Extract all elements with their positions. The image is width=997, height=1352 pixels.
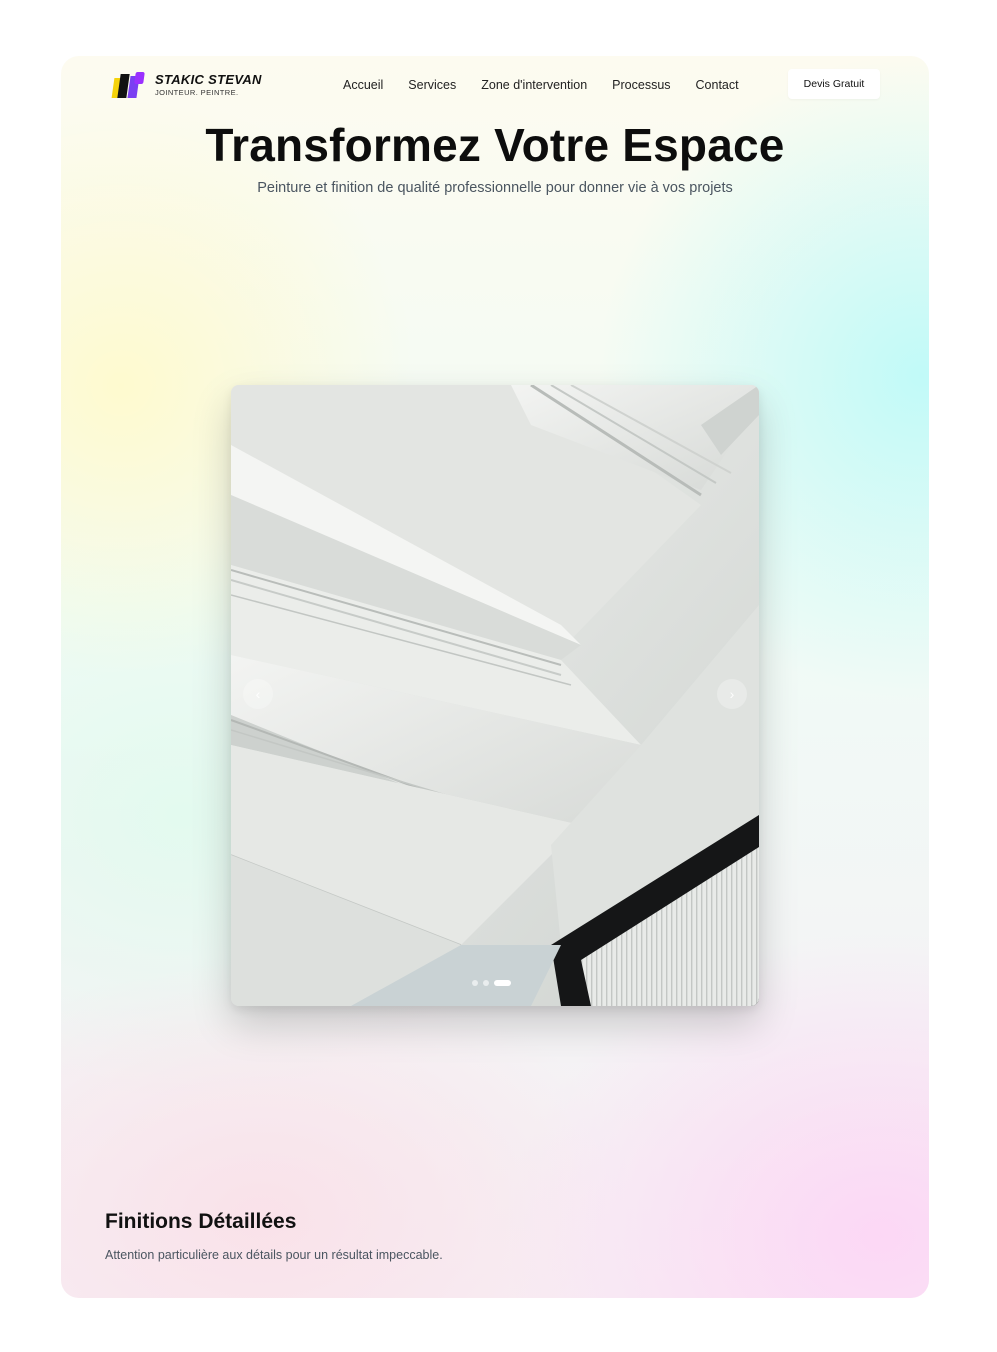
chevron-right-icon: › [729, 686, 735, 702]
carousel-next-button[interactable]: › [717, 679, 747, 709]
page-card: STAKIC STEVAN JOINTEUR. PEINTRE. Accueil… [61, 56, 929, 1298]
brand-logo[interactable]: STAKIC STEVAN JOINTEUR. PEINTRE. [111, 70, 262, 100]
feature-title: Finitions Détaillées [105, 1210, 297, 1233]
hero-subtitle: Peinture et finition de qualité professi… [257, 180, 733, 196]
nav-item-processus[interactable]: Processus [612, 78, 670, 92]
hero-title: Transformez Votre Espace [205, 119, 785, 171]
brand-name: STAKIC STEVAN [155, 72, 262, 88]
chevron-left-icon: ‹ [255, 686, 261, 702]
carousel-dot-3[interactable] [494, 980, 511, 986]
nav-item-services[interactable]: Services [408, 78, 456, 92]
carousel-pagination [472, 980, 511, 986]
devis-gratuit-button[interactable]: Devis Gratuit [788, 69, 880, 99]
brand-text: STAKIC STEVAN JOINTEUR. PEINTRE. [155, 73, 262, 97]
image-carousel[interactable]: ‹ › [231, 385, 759, 1006]
nav-item-zone-intervention[interactable]: Zone d'intervention [481, 78, 587, 92]
logo-mark-icon [111, 70, 149, 100]
brand-tagline: JOINTEUR. PEINTRE. [155, 88, 239, 98]
carousel-dot-1[interactable] [472, 980, 478, 986]
nav-item-accueil[interactable]: Accueil [343, 78, 383, 92]
feature-description: Attention particulière aux détails pour … [105, 1248, 443, 1262]
main-nav: Accueil Services Zone d'intervention Pro… [343, 78, 764, 92]
carousel-prev-button[interactable]: ‹ [243, 679, 273, 709]
carousel-dot-2[interactable] [483, 980, 489, 986]
carousel-slide-image [231, 385, 759, 1006]
nav-item-contact[interactable]: Contact [696, 78, 739, 92]
